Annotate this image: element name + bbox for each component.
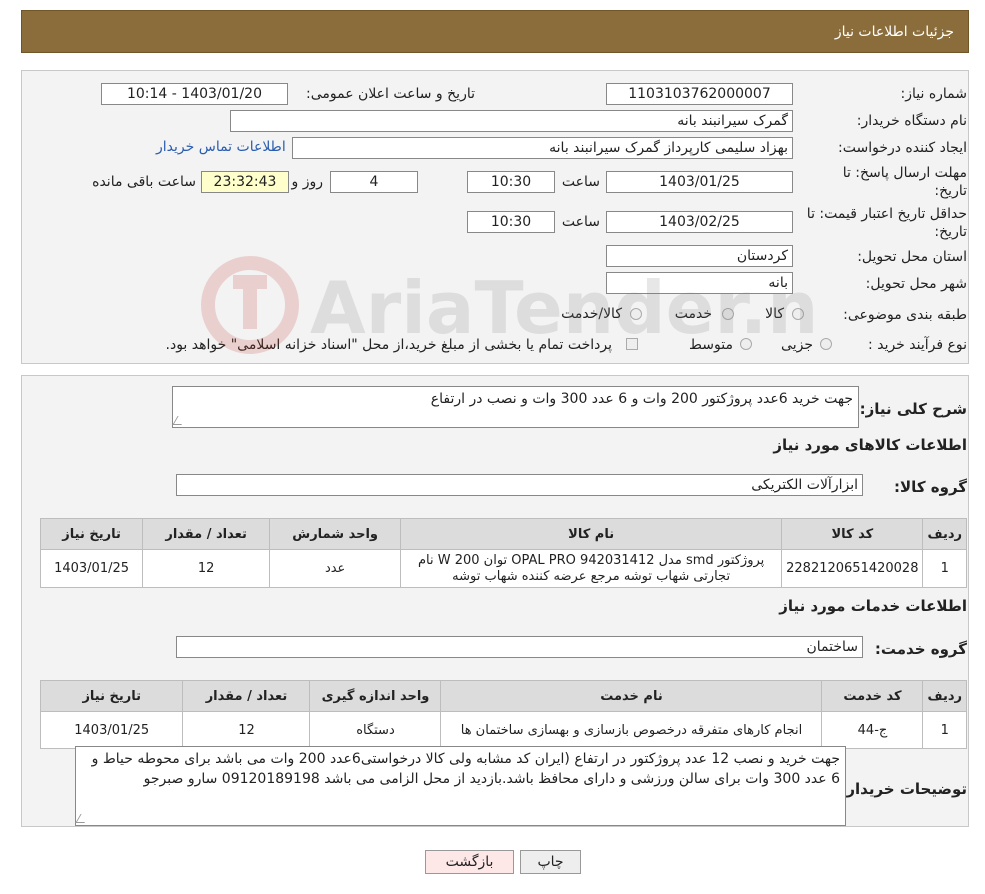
page-title: جزئیات اطلاعات نیاز (834, 24, 954, 40)
services-table: ردیف کد خدمت نام خدمت واحد اندازه گیری ت… (39, 680, 967, 749)
need-number-label: شماره نیاز: (900, 86, 968, 102)
watermark-text: AriaTender.neT (310, 266, 815, 350)
goods-group-label: گروه کالا: (894, 478, 967, 496)
col-quantity: تعداد / مقدار (142, 518, 271, 550)
reply-time-label: ساعت (561, 174, 600, 190)
col-unit: واحد شمارش (269, 518, 402, 550)
buyer-contact-link[interactable]: اطلاعات تماس خریدار (156, 139, 286, 155)
col-goods-code: کد کالا (781, 518, 924, 550)
cell-goods-code: 2282120651420028 (781, 549, 924, 588)
buyer-org-field[interactable]: گمرک سیرانبند بانه (230, 110, 793, 132)
price-valid-label: حداقل تاریخ اعتبار قیمت: تا (806, 206, 967, 222)
col-service-name: نام خدمت (440, 680, 823, 712)
reply-deadline-label: مهلت ارسال پاسخ: تا (842, 165, 967, 181)
buyer-notes-field[interactable]: جهت خرید و نصب 12 عدد پروژکتور در ارتفاع… (75, 746, 846, 826)
col-row: ردیف (922, 518, 967, 550)
cell-row: 1 (922, 711, 967, 749)
services-heading: اطلاعات خدمات مورد نیاز (779, 597, 967, 615)
category-label: طبقه بندی موضوعی: (843, 307, 967, 323)
back-button[interactable]: بازگشت (425, 850, 514, 874)
cell-service-name: انجام کارهای متفرقه درخصوص بازسازی و بهس… (440, 711, 823, 749)
services-group-label: گروه خدمت: (874, 640, 967, 658)
goods-table-header: ردیف کد کالا نام کالا واحد شمارش تعداد /… (39, 518, 967, 550)
col-service-code: کد خدمت (821, 680, 924, 712)
goods-group-field[interactable]: ابزارآلات الکتریکی (176, 474, 863, 496)
city-label: شهر محل تحویل: (865, 276, 967, 292)
resize-grip-icon[interactable] (75, 814, 90, 823)
days-field[interactable]: 4 (330, 171, 418, 193)
process-label: نوع فرآیند خرید : (868, 337, 967, 353)
remaining-label: ساعت باقی مانده (92, 174, 196, 190)
description-field[interactable]: جهت خرید 6عدد پروژکتور 200 وات و 6 عدد 3… (172, 386, 859, 428)
cell-service-code: ج-44 (821, 711, 924, 749)
col-goods-name: نام کالا (400, 518, 783, 550)
col-need-date: تاریخ نیاز (39, 518, 144, 550)
buyer-org-label: نام دستگاه خریدار: (856, 113, 967, 129)
description-label: شرح کلی نیاز: (859, 400, 967, 418)
services-group-field[interactable]: ساختمان (176, 636, 863, 658)
cell-row: 1 (922, 549, 967, 588)
buyer-notes-label: توضیحات خریدار: (840, 780, 967, 798)
province-label: استان محل تحویل: (857, 249, 967, 265)
description-text: جهت خرید 6عدد پروژکتور 200 وات و 6 عدد 3… (430, 391, 853, 407)
services-table-header: ردیف کد خدمت نام خدمت واحد اندازه گیری ت… (39, 680, 967, 712)
creator-field[interactable]: بهزاد سلیمی کارپرداز گمرک سیرانبند بانه (292, 137, 793, 159)
col-need-date: تاریخ نیاز (39, 680, 184, 712)
days-label: روز و (291, 174, 324, 190)
cell-quantity: 12 (142, 549, 271, 588)
watermark-logo: AriaTender.neT (201, 256, 815, 354)
cell-quantity: 12 (182, 711, 311, 749)
cell-need-date: 1403/01/25 (39, 711, 184, 749)
print-button[interactable]: چاپ (520, 850, 581, 874)
announce-field[interactable]: 1403/01/20 - 10:14 (101, 83, 288, 105)
table-row: 1 ج-44 انجام کارهای متفرقه درخصوص بازساز… (39, 711, 967, 749)
price-valid-label-2: تاریخ: (934, 224, 967, 240)
goods-heading: اطلاعات کالاهای مورد نیاز (773, 436, 967, 454)
price-valid-time-label: ساعت (561, 214, 600, 230)
announce-label: تاریخ و ساعت اعلان عمومی: (306, 86, 475, 102)
cell-measure-unit: دستگاه (309, 711, 442, 749)
cell-unit: عدد (269, 549, 402, 588)
cell-need-date: 1403/01/25 (39, 549, 144, 588)
col-quantity: تعداد / مقدار (182, 680, 311, 712)
remaining-time-field: 23:32:43 (201, 171, 289, 193)
price-valid-date-field[interactable]: 1403/02/25 (606, 211, 793, 233)
col-row: ردیف (922, 680, 967, 712)
resize-grip-icon[interactable] (172, 416, 187, 425)
page-header: جزئیات اطلاعات نیاز (21, 10, 969, 53)
table-row: 1 2282120651420028 پروژکتور smd مدل OPAL… (39, 549, 967, 588)
reply-date-field[interactable]: 1403/01/25 (606, 171, 793, 193)
need-number-field[interactable]: 1103103762000007 (606, 83, 793, 105)
process-radio-minor[interactable] (820, 338, 832, 350)
reply-deadline-label-2: تاریخ: (934, 183, 967, 199)
col-measure-unit: واحد اندازه گیری (309, 680, 442, 712)
cell-goods-name: پروژکتور smd مدل OPAL PRO 942031412 توان… (400, 549, 783, 588)
price-valid-time-field[interactable]: 10:30 (467, 211, 555, 233)
creator-label: ایجاد کننده درخواست: (838, 140, 967, 156)
buyer-notes-text: جهت خرید و نصب 12 عدد پروژکتور در ارتفاع… (91, 751, 840, 787)
goods-table: ردیف کد کالا نام کالا واحد شمارش تعداد /… (39, 518, 967, 588)
reply-time-field[interactable]: 10:30 (467, 171, 555, 193)
